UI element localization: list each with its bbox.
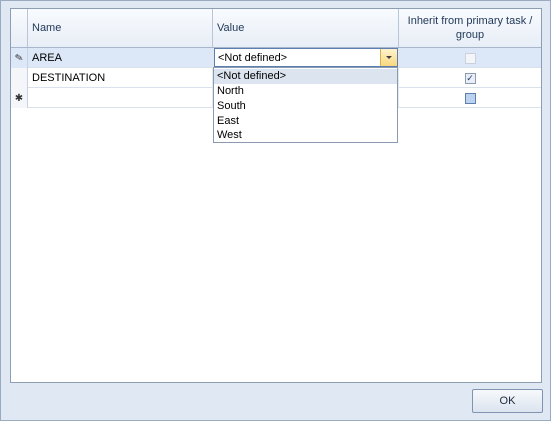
grid-header: Name Value Inherit from primary task / g… [11,9,541,48]
row-indicator: ✱ [11,88,28,108]
inherit-cell[interactable]: ✓ [399,68,541,88]
dropdown-button[interactable] [380,49,397,66]
name-cell-text: AREA [32,52,62,64]
column-header-name[interactable]: Name [28,9,213,47]
dropdown-option[interactable]: South [214,99,397,114]
row-indicator: ✎ [11,48,28,68]
inherit-checkbox[interactable] [464,52,476,64]
checkmark-icon: ✓ [466,72,474,83]
name-cell[interactable]: AREA [28,48,213,68]
value-combobox[interactable]: <Not defined> [214,48,398,67]
row-indicator [11,68,28,88]
inherit-checkbox-indeterminate[interactable] [464,92,476,104]
value-dropdown-list: <Not defined> North South East West [213,67,398,143]
column-header-inherit-label: Inherit from primary task / group [407,15,533,41]
asterisk-icon: ✱ [14,92,24,104]
ok-button[interactable]: OK [472,389,543,413]
pencil-icon: ✎ [13,51,25,65]
value-combobox-text: <Not defined> [218,52,288,64]
header-indicator-column [11,9,28,47]
inherit-cell[interactable] [399,48,541,68]
name-cell-text: DESTINATION [32,72,106,84]
column-header-name-label: Name [32,22,62,34]
column-header-value-label: Value [217,22,245,34]
dropdown-option[interactable]: <Not defined> [214,69,397,84]
inherit-checkbox[interactable]: ✓ [464,72,476,84]
properties-grid: Name Value Inherit from primary task / g… [10,8,542,383]
dropdown-option[interactable]: West [214,128,397,143]
name-cell[interactable] [28,88,213,108]
column-header-inherit[interactable]: Inherit from primary task / group [399,9,541,47]
dropdown-option[interactable]: North [214,84,397,99]
column-header-value[interactable]: Value [213,9,399,47]
name-cell[interactable]: DESTINATION [28,68,213,88]
chevron-down-icon [386,56,392,59]
dropdown-option[interactable]: East [214,114,397,129]
inherit-cell[interactable] [399,88,541,108]
